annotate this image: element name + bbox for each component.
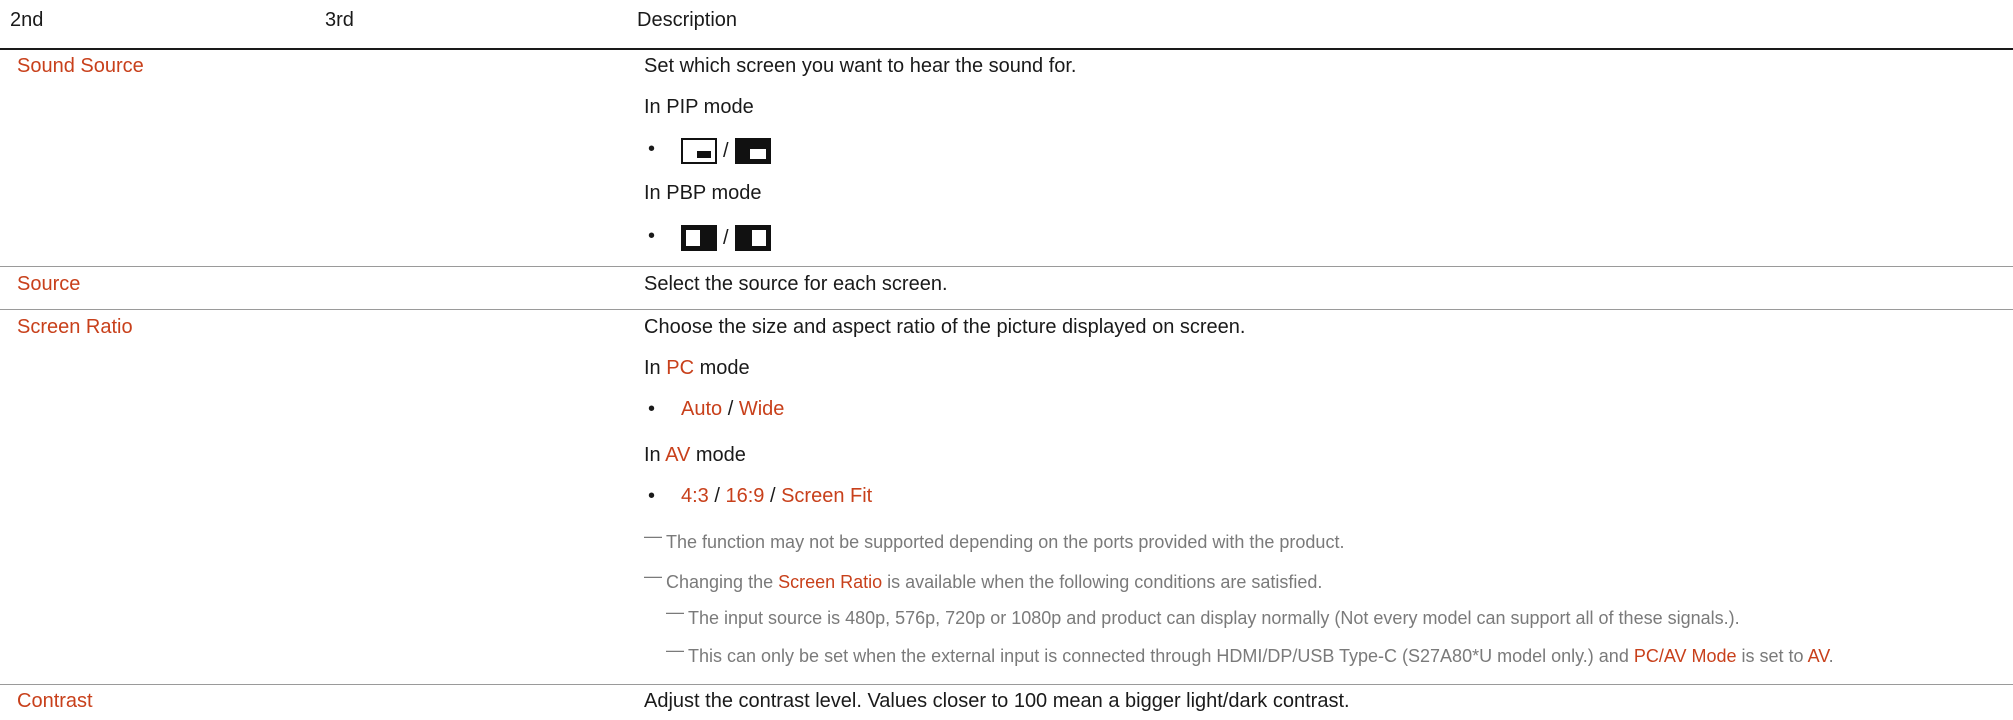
- bullet: •: [648, 398, 656, 420]
- row-name-contrast: Contrast: [17, 690, 93, 712]
- option-4-3: 4:3: [681, 485, 709, 507]
- av-value-text: AV: [1807, 646, 1829, 666]
- pc-options-line: Auto / Wide: [681, 398, 785, 420]
- note-external-input-condition: — This can only be set when the external …: [666, 640, 1834, 666]
- table-header: 2nd 3rd Description: [0, 0, 2013, 50]
- note-dash-icon: —: [666, 640, 684, 660]
- row-name-sound-source: Sound Source: [17, 55, 144, 77]
- icon-separator: /: [723, 139, 729, 162]
- row-name-screen-ratio: Screen Ratio: [17, 316, 133, 338]
- note-dash-icon: —: [666, 602, 684, 622]
- av-options-line: 4:3 / 16:9 / Screen Fit: [681, 485, 873, 507]
- sound-source-description: Set which screen you want to hear the so…: [644, 55, 1077, 77]
- icon-separator: /: [723, 226, 729, 249]
- screen-ratio-link-text: Screen Ratio: [778, 572, 883, 592]
- row-divider: [0, 684, 2013, 685]
- note-changing-screen-ratio: — Changing the Screen Ratio is available …: [644, 566, 1323, 592]
- note-dash-icon: —: [644, 566, 662, 586]
- pc-av-mode-text: PC/AV Mode: [1633, 646, 1737, 666]
- av-mode-line: In AV mode: [644, 444, 746, 466]
- pip-small-window-icon: [681, 138, 717, 164]
- note-dash-icon: —: [644, 526, 662, 546]
- row-name-source: Source: [17, 273, 81, 295]
- bullet: •: [648, 138, 656, 160]
- row-divider: [0, 309, 2013, 310]
- source-description: Select the source for each screen.: [644, 273, 948, 295]
- pip-icons: /: [681, 135, 771, 167]
- bullet: •: [648, 225, 656, 247]
- pbp-right-active-icon: [734, 225, 771, 251]
- av-mode-label: AV: [665, 444, 691, 466]
- bullet: •: [648, 485, 656, 507]
- option-screen-fit: Screen Fit: [781, 485, 873, 507]
- note-ports-support: — The function may not be supported depen…: [644, 526, 1345, 552]
- pip-large-window-icon: [734, 138, 771, 164]
- pbp-icons: /: [681, 222, 771, 254]
- option-auto: Auto: [681, 398, 723, 420]
- option-wide: Wide: [738, 398, 785, 420]
- contrast-description: Adjust the contrast level. Values closer…: [644, 690, 1350, 712]
- pc-mode-label: PC: [666, 357, 695, 379]
- column-header-3rd: 3rd: [325, 9, 354, 31]
- column-header-description: Description: [637, 9, 738, 31]
- row-divider: [0, 266, 2013, 267]
- option-16-9: 16:9: [725, 485, 765, 507]
- pbp-mode-label: In PBP mode: [644, 182, 762, 204]
- screen-ratio-description: Choose the size and aspect ratio of the …: [644, 316, 1246, 338]
- pbp-left-active-icon: [681, 225, 717, 251]
- pc-mode-line: In PC mode: [644, 357, 750, 379]
- column-header-2nd: 2nd: [10, 9, 44, 31]
- pip-mode-label: In PIP mode: [644, 96, 754, 118]
- note-input-source-condition: — The input source is 480p, 576p, 720p or…: [666, 602, 1740, 628]
